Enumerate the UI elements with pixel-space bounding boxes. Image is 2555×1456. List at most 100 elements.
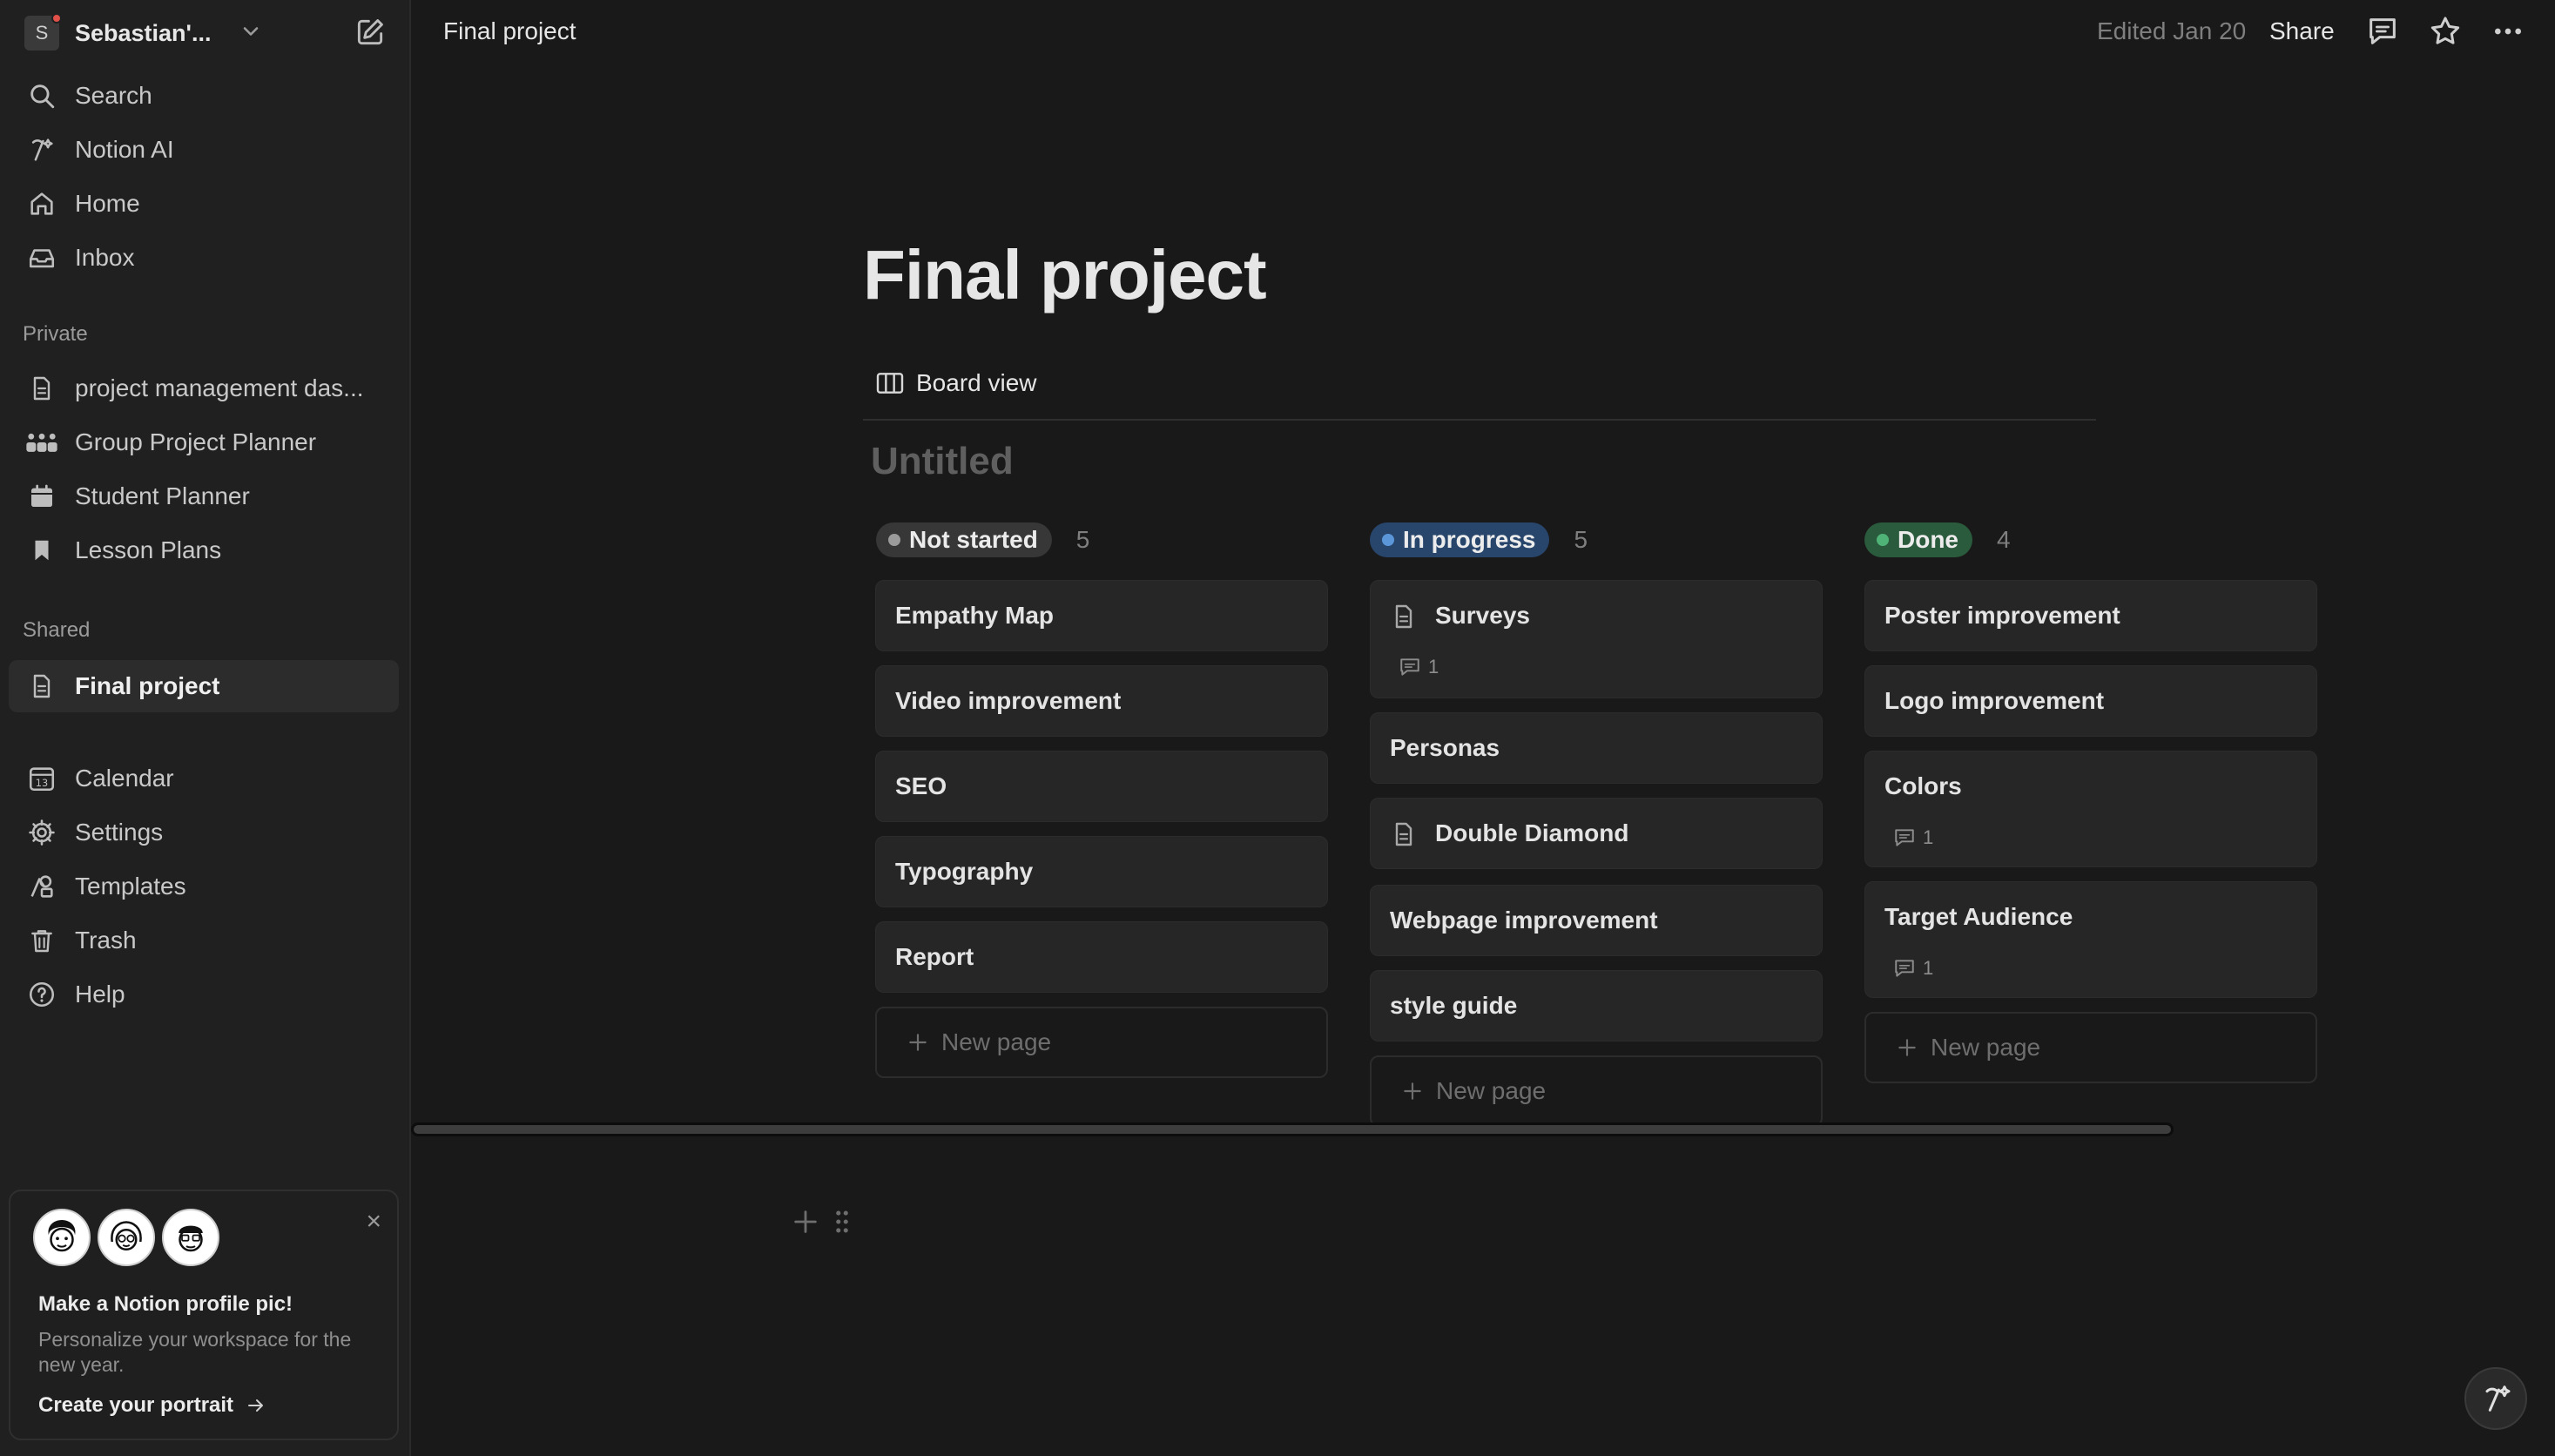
breadcrumb[interactable]: Final project <box>443 17 576 45</box>
new-page-button[interactable]: New page <box>1864 1012 2317 1083</box>
sidebar-item-student-planner[interactable]: Student Planner <box>9 472 399 521</box>
board-card[interactable]: Empathy Map <box>875 580 1328 651</box>
card-title: style guide <box>1390 992 1518 1019</box>
board-card[interactable]: Double Diamond <box>1370 798 1823 869</box>
page-icon <box>24 669 59 704</box>
sidebar-item-lesson-plans[interactable]: Lesson Plans <box>9 526 399 575</box>
comments-icon[interactable] <box>2365 14 2400 49</box>
horizontal-scrollbar[interactable] <box>411 1122 2174 1136</box>
sidebar-item-calendar[interactable]: 13 Calendar <box>9 754 399 803</box>
sidebar-item-label: Help <box>75 981 125 1008</box>
comment-count: 1 <box>1399 656 1439 678</box>
calendar-13-icon: 13 <box>24 761 59 796</box>
board-card[interactable]: Target Audience 1 <box>1864 881 2317 998</box>
svg-text:13: 13 <box>36 777 48 789</box>
board-card[interactable]: Poster improvement <box>1864 580 2317 651</box>
board-card[interactable]: Logo improvement <box>1864 665 2317 737</box>
card-title: Personas <box>1390 734 1500 761</box>
database-title[interactable]: Untitled <box>871 440 1014 483</box>
sidebar-item-search[interactable]: Search <box>9 71 399 120</box>
sidebar-item-label: Home <box>75 190 140 217</box>
status-dot <box>1877 534 1889 546</box>
notion-ai-icon <box>2478 1381 2513 1416</box>
board-card[interactable]: Report <box>875 921 1328 993</box>
board-card[interactable]: Webpage improvement <box>1370 885 1823 956</box>
sidebar-item-home[interactable]: Home <box>9 179 399 228</box>
more-options-icon[interactable] <box>2491 14 2525 49</box>
column-header-not-started[interactable]: Not started 5 <box>876 522 1089 557</box>
card-title: Logo improvement <box>1884 687 2105 714</box>
card-title: Typography <box>895 858 1034 885</box>
board-card[interactable]: Personas <box>1370 712 1823 784</box>
drag-handle-icon[interactable] <box>833 1207 852 1237</box>
new-page-button[interactable]: New page <box>875 1007 1328 1078</box>
column-count: 5 <box>1574 526 1588 553</box>
sidebar: S Sebastian'... Search Notion AI Home In… <box>0 0 411 1456</box>
avatar-row <box>33 1209 219 1266</box>
plus-icon <box>907 1031 929 1054</box>
sidebar-item-final-project[interactable]: Final project <box>9 660 399 712</box>
notion-ai-floating-button[interactable] <box>2464 1367 2527 1430</box>
new-page-label: New page <box>1931 1034 2041 1061</box>
page-title[interactable]: Final project <box>863 235 1267 315</box>
sidebar-item-templates[interactable]: Templates <box>9 862 399 911</box>
chevron-down-icon[interactable] <box>239 19 263 44</box>
comment-count: 1 <box>1893 826 1933 849</box>
board-card[interactable]: Video improvement <box>875 665 1328 737</box>
templates-icon <box>24 869 59 904</box>
board-card[interactable]: style guide <box>1370 970 1823 1041</box>
star-icon[interactable] <box>2428 14 2463 49</box>
status-badge: Not started <box>876 522 1052 557</box>
page-icon <box>1390 602 1418 631</box>
board-card[interactable]: SEO <box>875 751 1328 822</box>
sidebar-item-project-management[interactable]: project management das... <box>9 364 399 413</box>
workspace-switcher[interactable]: S Sebastian'... <box>24 13 212 51</box>
card-title: Poster improvement <box>1884 602 2120 629</box>
tab-board-view[interactable]: Board view <box>876 369 1037 397</box>
sidebar-item-group-project-planner[interactable]: Group Project Planner <box>9 418 399 467</box>
status-dot <box>888 534 900 546</box>
add-block-icon[interactable] <box>791 1207 820 1237</box>
sidebar-item-label: Group Project Planner <box>75 428 317 455</box>
sidebar-item-label: Student Planner <box>75 482 250 509</box>
sidebar-item-label: Templates <box>75 873 186 900</box>
avatar <box>33 1209 91 1266</box>
column-header-in-progress[interactable]: In progress 5 <box>1370 522 1588 557</box>
new-page-compose-icon[interactable] <box>354 16 387 49</box>
workspace-avatar: S <box>24 13 62 51</box>
board-card[interactable]: Surveys 1 <box>1370 580 1823 698</box>
plus-icon <box>1401 1080 1424 1102</box>
bookmark-icon <box>24 533 59 568</box>
page-icon <box>24 371 59 406</box>
workspace-name: Sebastian'... <box>75 19 212 46</box>
card-title: Empathy Map <box>895 602 1055 629</box>
inbox-icon <box>24 240 59 275</box>
comment-count-value: 1 <box>1923 826 1934 848</box>
card-title: Target Audience <box>1884 903 2073 930</box>
sidebar-item-label: project management das... <box>75 374 364 401</box>
sidebar-item-trash[interactable]: Trash <box>9 916 399 965</box>
close-icon[interactable]: × <box>366 1207 381 1237</box>
column-header-done[interactable]: Done 4 <box>1864 522 2011 557</box>
status-label: Not started <box>909 526 1038 553</box>
sidebar-item-settings[interactable]: Settings <box>9 808 399 857</box>
board-card[interactable]: Typography <box>875 836 1328 907</box>
column-count: 5 <box>1075 526 1090 553</box>
new-page-button[interactable]: New page <box>1370 1055 1823 1127</box>
status-badge: In progress <box>1370 522 1550 557</box>
sidebar-item-inbox[interactable]: Inbox <box>9 233 399 282</box>
create-portrait-link[interactable]: Create your portrait <box>38 1393 266 1418</box>
sidebar-item-label: Trash <box>75 927 137 954</box>
card-title: Double Diamond <box>1435 819 1629 846</box>
section-label-private: Private <box>23 322 88 346</box>
sidebar-item-notion-ai[interactable]: Notion AI <box>9 125 399 174</box>
help-icon <box>24 977 59 1012</box>
sidebar-item-help[interactable]: Help <box>9 970 399 1019</box>
avatar <box>98 1209 155 1266</box>
share-button[interactable]: Share <box>2269 17 2335 45</box>
new-page-label: New page <box>1436 1077 1547 1104</box>
card-title: Colors <box>1884 772 1962 799</box>
comment-count: 1 <box>1893 957 1933 980</box>
section-label-shared: Shared <box>23 618 91 642</box>
board-card[interactable]: Colors 1 <box>1864 751 2317 867</box>
